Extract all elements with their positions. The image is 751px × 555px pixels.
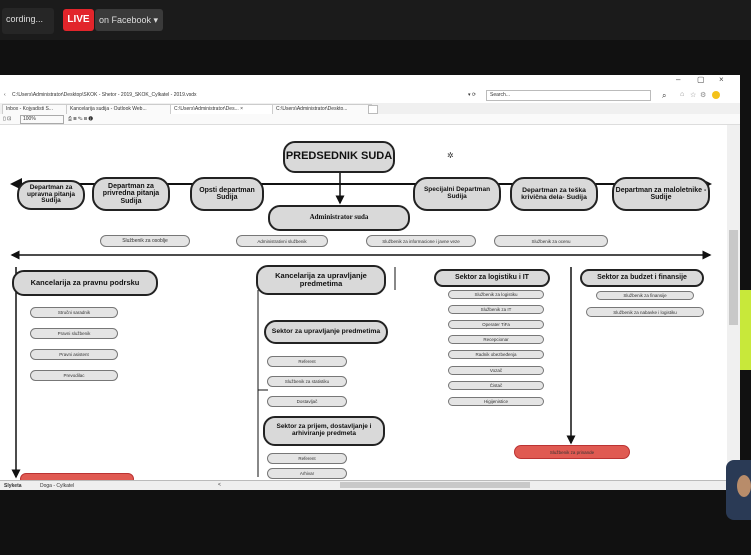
budget-node[interactable]: Sektor za budzet i finansije <box>580 269 704 287</box>
smiley-icon[interactable] <box>712 91 720 99</box>
intake-item-pill[interactable]: Referent <box>267 453 347 464</box>
case-sector-node[interactable]: Sektor za upravljanje predmetima <box>264 320 388 344</box>
department-node[interactable]: Departman za privredna pitanja Sudija <box>92 177 170 211</box>
legal-item-pill[interactable]: Pravni asistent <box>30 349 118 360</box>
case-item-pill[interactable]: Referent <box>267 356 347 367</box>
settings-icon[interactable]: ⚙ <box>700 91 706 99</box>
intake-item-pill[interactable]: Arhivar <box>267 468 347 479</box>
page-icon[interactable]: ▯ ⊡ <box>3 116 11 122</box>
legal-item-pill[interactable]: Stručni saradnik <box>30 307 118 318</box>
back-icon[interactable]: ‹ <box>4 92 6 98</box>
search-input[interactable]: Search... <box>486 90 651 101</box>
new-tab-icon[interactable] <box>368 105 378 114</box>
address-bar[interactable]: C:\Users\Administrator\Desktop\SKOK - Sh… <box>12 92 452 98</box>
viewer-toolbar: ▯ ⊡ 100% ⎙ ⊞ ✎ ⊟ ❶ <box>0 114 740 125</box>
facebook-destination-button[interactable]: on Facebook ▾ <box>95 9 163 31</box>
logistics-item-pill[interactable]: Higijenistice <box>448 397 544 406</box>
logistics-node[interactable]: Sektor za logistiku i IT <box>434 269 550 287</box>
staff-pill[interactable]: Administrativni službenik <box>236 235 328 247</box>
address-row: ‹ C:\Users\Administrator\Desktop\SKOK - … <box>0 87 740 103</box>
logistics-item-pill[interactable]: Radnik obezbeđenja <box>448 350 544 359</box>
recording-label: cording... <box>6 14 44 24</box>
refresh-icon[interactable]: ▾ ⟳ <box>468 92 476 98</box>
horizontal-scroll-thumb[interactable] <box>340 482 530 488</box>
scroll-left-icon[interactable]: < <box>218 482 221 488</box>
legal-support-node[interactable]: Kancelarija za pravnu podrsku <box>12 270 158 296</box>
case-management-node[interactable]: Kancelarija za upravljanje predmetima <box>256 265 386 295</box>
logistics-item-pill[interactable]: Službenik za logistiku <box>448 290 544 299</box>
staff-pill[interactable]: Službenik za ocenu <box>494 235 608 247</box>
logistics-item-pill[interactable]: Čistač <box>448 381 544 390</box>
cursor-icon: ✲ <box>447 151 454 160</box>
legal-item-pill[interactable]: Pravni službenik <box>30 328 118 339</box>
department-node[interactable]: Departman za maloletnike - Sudije <box>612 177 710 211</box>
logistics-item-pill[interactable]: Službenik za IT <box>448 305 544 314</box>
intake-sector-node[interactable]: Sektor za prijem, dostavljanje i arhivir… <box>263 416 385 446</box>
live-badge[interactable]: LIVE <box>63 9 94 31</box>
department-node[interactable]: Departman za teška krivična dela- Sudija <box>510 177 598 211</box>
home-icon[interactable]: ⌂ <box>680 91 684 98</box>
staff-pill[interactable]: Službenik za informacione i javne veze <box>366 235 476 247</box>
budget-red-pill[interactable]: Službenik za prinande <box>514 445 630 459</box>
administrator-node[interactable]: Administrator suda <box>268 205 410 231</box>
diagram-canvas: ✲ PREDSEDNIK SUDA Departman za upravna p… <box>0 125 726 485</box>
zoom-select[interactable]: 100% <box>20 115 64 124</box>
favorites-icon[interactable]: ☆ <box>690 91 696 99</box>
title-bar: – ▢ × <box>0 75 740 87</box>
case-item-pill[interactable]: Dostavljač <box>267 396 347 407</box>
logistics-item-pill[interactable]: Recepcionar <box>448 335 544 344</box>
logistics-item-pill[interactable]: Vozač <box>448 366 544 375</box>
maximize-icon[interactable]: ▢ <box>697 75 705 84</box>
search-icon[interactable]: ⌕ <box>662 91 666 101</box>
close-icon[interactable]: × <box>719 75 724 84</box>
webcam-face <box>737 475 751 497</box>
logistics-item-pill[interactable]: Operater TiFa <box>448 320 544 329</box>
minimize-icon[interactable]: – <box>676 75 680 84</box>
department-node[interactable]: Specijalni Departman Sudija <box>413 177 501 211</box>
budget-item-pill[interactable]: Službenik za finansije <box>596 291 694 300</box>
budget-item-pill[interactable]: Službenik za nabavke i logistiku <box>586 307 704 317</box>
toolbar-icons[interactable]: ⎙ ⊞ ✎ ⊟ ❶ <box>68 116 93 122</box>
staff-pill[interactable]: Službenik za osoblje <box>100 235 190 247</box>
browser-window: – ▢ × ‹ C:\Users\Administrator\Desktop\S… <box>0 75 740 490</box>
side-notification-strip <box>740 290 751 370</box>
vertical-scroll-thumb[interactable] <box>729 230 738 325</box>
sheet-tab[interactable]: Doga - Cylkatel <box>40 483 74 489</box>
case-item-pill[interactable]: Službenik za statistiku <box>267 376 347 387</box>
department-node[interactable]: Opsti departman Sudija <box>190 177 264 211</box>
legal-item-pill[interactable]: Prevodilac <box>30 370 118 381</box>
department-node[interactable]: Departman za upravna pitanja Sudija <box>17 180 85 210</box>
president-node[interactable]: PREDSEDNIK SUDA <box>283 141 395 173</box>
sheet-tab[interactable]: Slyketa <box>4 483 22 489</box>
